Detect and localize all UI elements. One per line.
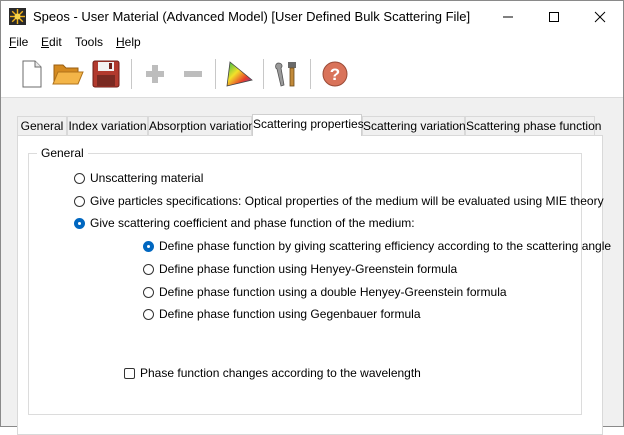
tab-index-variation[interactable]: Index variation: [67, 116, 148, 135]
radio-button[interactable]: [143, 263, 154, 275]
new-button[interactable]: [16, 58, 48, 90]
minimize-icon: [503, 16, 513, 18]
radio-phase-double-henyey-greenstein[interactable]: Define phase function using a double Hen…: [143, 285, 507, 299]
title-bar: Speos - User Material (Advanced Model) […: [1, 1, 623, 33]
help-icon: ?: [322, 61, 348, 87]
radio-button[interactable]: [74, 217, 85, 229]
radio-scattering-coefficient[interactable]: Give scattering coefficient and phase fu…: [74, 216, 415, 230]
option-label: Define phase function by giving scatteri…: [159, 239, 612, 253]
checkbox-wavelength-dependent[interactable]: Phase function changes according to the …: [124, 366, 421, 380]
help-button[interactable]: ?: [319, 58, 351, 90]
toolbar-separator: [263, 59, 264, 89]
tab-absorption-variation[interactable]: Absorption variation: [148, 116, 255, 135]
close-icon: [594, 11, 606, 23]
radio-phase-henyey-greenstein[interactable]: Define phase function using Henyey-Green…: [143, 262, 457, 276]
maximize-icon: [549, 12, 559, 22]
new-file-icon: [22, 60, 42, 88]
tools-button[interactable]: [270, 58, 302, 90]
tab-scattering-properties[interactable]: Scattering properties: [252, 114, 364, 136]
checkbox-box[interactable]: [124, 367, 135, 379]
radio-button[interactable]: [143, 240, 154, 252]
scattering-properties-panel: General Unscattering material Give parti…: [17, 135, 611, 435]
toolbar-separator: [131, 59, 132, 89]
close-button[interactable]: [577, 1, 623, 33]
option-label: Define phase function using Henyey-Green…: [159, 262, 458, 276]
spectrum-triangle-icon: [226, 61, 253, 87]
speos-sun-icon: [9, 8, 26, 25]
option-label: Unscattering material: [90, 171, 204, 185]
radio-phase-efficiency[interactable]: Define phase function by giving scatteri…: [143, 239, 611, 253]
tools-icon: [275, 62, 296, 87]
spectrum-button[interactable]: [223, 58, 255, 90]
menu-edit[interactable]: Edit: [41, 35, 62, 49]
tab-scattering-variation[interactable]: Scattering variation: [362, 116, 466, 135]
app-window: Speos - User Material (Advanced Model) […: [0, 0, 624, 435]
tab-scattering-phase-function[interactable]: Scattering phase function: [465, 116, 601, 135]
group-title: General: [37, 146, 88, 160]
option-label: Give scattering coefficient and phase fu…: [90, 216, 415, 230]
add-plus-icon: [146, 65, 164, 83]
radio-button[interactable]: [143, 286, 154, 298]
dialog-content: General Index variation Absorption varia…: [1, 98, 623, 435]
option-label: Define phase function using Gegenbauer f…: [159, 307, 421, 321]
remove-minus-icon: [184, 71, 202, 77]
option-label: Give particles specifications: Optical p…: [90, 194, 604, 208]
option-label: Define phase function using a double Hen…: [159, 285, 507, 299]
toolbar-separator: [310, 59, 311, 89]
minimize-button[interactable]: [485, 1, 531, 33]
svg-text:?: ?: [330, 65, 340, 84]
menu-file[interactable]: File: [9, 35, 28, 49]
checkbox-label: Phase function changes according to the …: [140, 366, 421, 380]
window-title: Speos - User Material (Advanced Model) […: [33, 9, 471, 24]
general-groupbox: General Unscattering material Give parti…: [28, 146, 611, 415]
add-button[interactable]: [139, 58, 171, 90]
open-button[interactable]: [52, 58, 84, 90]
menu-help[interactable]: Help: [116, 35, 141, 49]
menu-bar: File Edit Tools Help: [1, 33, 623, 53]
radio-button[interactable]: [143, 308, 154, 320]
radio-particles-spec[interactable]: Give particles specifications: Optical p…: [74, 194, 604, 208]
radio-phase-gegenbauer[interactable]: Define phase function using Gegenbauer f…: [143, 307, 421, 321]
toolbar-separator: [215, 59, 216, 89]
open-folder-icon: [52, 64, 84, 85]
menu-tools[interactable]: Tools: [75, 35, 103, 49]
toolbar: ?: [1, 53, 623, 98]
save-floppy-icon: [92, 60, 120, 88]
maximize-button[interactable]: [531, 1, 577, 33]
save-button[interactable]: [90, 58, 122, 90]
radio-button[interactable]: [74, 172, 85, 184]
radio-button[interactable]: [74, 195, 85, 207]
remove-button[interactable]: [177, 58, 209, 90]
tab-general[interactable]: General: [17, 116, 67, 135]
radio-unscattering[interactable]: Unscattering material: [74, 171, 203, 185]
